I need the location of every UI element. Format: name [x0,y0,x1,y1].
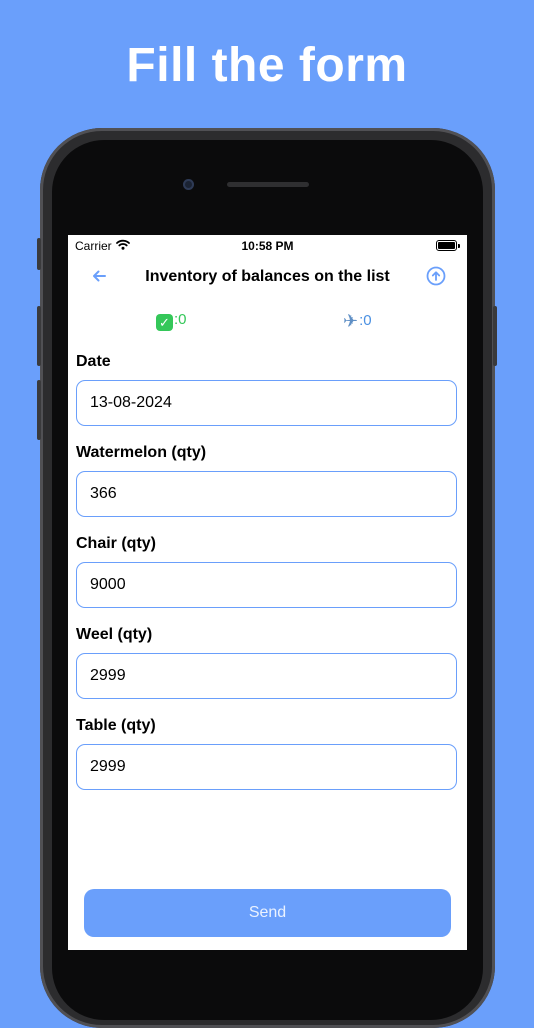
success-count: :0 [174,311,187,328]
success-counter: ✓:0 [156,311,187,331]
table-label: Table (qty) [76,717,156,734]
send-button[interactable]: Send [84,889,451,937]
chair-label: Chair (qty) [76,535,156,552]
power-button [493,306,497,366]
date-field[interactable]: 13-08-2024 [76,380,457,426]
sent-count: :0 [359,312,372,329]
upload-icon[interactable] [426,266,446,286]
status-bar: Carrier 10:58 PM [68,235,467,255]
watermelon-label: Watermelon (qty) [76,444,207,461]
status-time: 10:58 PM [241,239,294,253]
watermelon-qty-field[interactable]: 366 [76,471,457,517]
table-qty-field[interactable]: 2999 [76,744,457,790]
weel-qty-field[interactable]: 2999 [76,653,457,699]
checkmark-icon: ✓ [156,314,173,331]
navigation-bar: Inventory of balances on the list [68,263,467,293]
weel-label: Weel (qty) [76,626,153,643]
volume-down-button [37,380,41,440]
date-label: Date [76,353,111,370]
front-camera [183,179,194,190]
promo-headline: Fill the form [126,39,408,92]
app-screen: Carrier 10:58 PM Inventory of balances o… [68,235,467,950]
volume-up-button [37,306,41,366]
mute-switch [37,238,41,270]
chair-qty-field[interactable]: 9000 [76,562,457,608]
sent-counter: ✈:0 [343,311,372,332]
battery-icon [436,240,460,251]
airplane-icon: ✈ [343,311,359,331]
earpiece-speaker [227,182,309,187]
page-title: Inventory of balances on the list [145,268,390,285]
